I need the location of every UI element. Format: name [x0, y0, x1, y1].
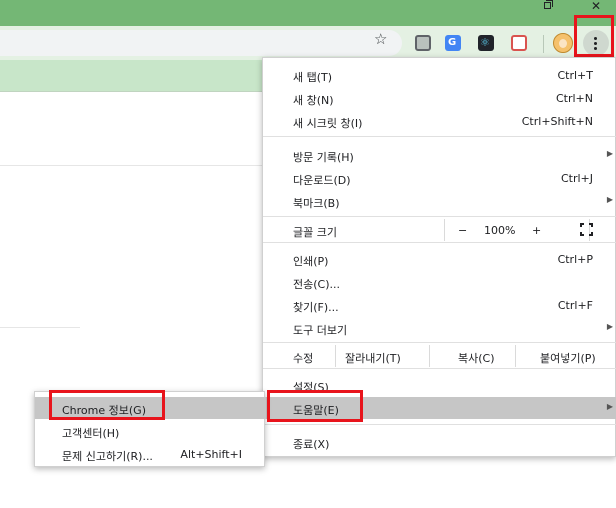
- react-devtools-icon[interactable]: ⚛: [478, 35, 494, 51]
- menu-zoom-row: 글꼴 크기 − 100% +: [263, 219, 616, 241]
- menu-edit-row: 수정 잘라내기(T) 복사(C) 붙여넣기(P): [263, 345, 616, 367]
- menu-separator: [263, 136, 616, 137]
- menu-item-bookmarks[interactable]: 북마크(B) ▶: [263, 190, 616, 212]
- menu-item-print[interactable]: 인쇄(P) Ctrl+P: [263, 248, 616, 270]
- chevron-right-icon: ▶: [606, 322, 613, 331]
- title-bar: [0, 0, 616, 26]
- menu-separator: [263, 242, 616, 243]
- menu-item-new-tab[interactable]: 새 탭(T) Ctrl+T: [263, 64, 616, 86]
- fullscreen-icon[interactable]: [580, 223, 593, 236]
- menu-separator: [263, 424, 616, 425]
- ext-icon[interactable]: [415, 35, 431, 51]
- help-highlight-box: [267, 390, 363, 422]
- menu-item-incognito[interactable]: 새 시크릿 창(I) Ctrl+Shift+N: [263, 110, 616, 132]
- content-divider: [0, 165, 262, 166]
- close-icon[interactable]: ✕: [579, 0, 613, 14]
- content-divider: [0, 327, 80, 328]
- chevron-right-icon: ▶: [606, 149, 613, 158]
- submenu-item-report-issue[interactable]: 문제 신고하기(R)... Alt+Shift+I: [35, 443, 266, 465]
- address-bar[interactable]: [0, 30, 402, 56]
- zoom-in-button[interactable]: +: [532, 224, 541, 237]
- menu-separator: [263, 342, 616, 343]
- menu-item-more-tools[interactable]: 도구 더보기 ▶: [263, 317, 616, 339]
- about-chrome-highlight-box: [49, 390, 165, 420]
- profile-avatar[interactable]: [553, 33, 573, 53]
- menu-item-downloads[interactable]: 다운로드(D) Ctrl+J: [263, 167, 616, 189]
- restore-icon[interactable]: [530, 0, 564, 14]
- paste-button[interactable]: 붙여넣기(P): [515, 345, 616, 367]
- zoom-out-button[interactable]: −: [458, 224, 467, 237]
- translate-icon[interactable]: G: [445, 35, 461, 51]
- menu-item-new-window[interactable]: 새 창(N) Ctrl+N: [263, 87, 616, 109]
- submenu-item-help-center[interactable]: 고객센터(H): [35, 420, 266, 442]
- chevron-right-icon: ▶: [606, 402, 613, 411]
- bookmark-star-icon[interactable]: ☆: [374, 30, 387, 48]
- chevron-right-icon: ▶: [606, 195, 613, 204]
- menu-separator: [263, 216, 616, 217]
- menu-item-find[interactable]: 찾기(F)... Ctrl+F: [263, 294, 616, 316]
- menu-separator: [263, 368, 616, 369]
- kebab-highlight-box: [574, 15, 614, 57]
- menu-item-exit[interactable]: 종료(X): [263, 431, 616, 453]
- cut-button[interactable]: 잘라내기(T): [335, 345, 429, 367]
- copy-button[interactable]: 복사(C): [429, 345, 515, 367]
- zoom-level: 100%: [484, 224, 516, 237]
- browser-toolbar: ☆ G ⚛: [0, 26, 616, 60]
- toolbar-separator: [543, 35, 544, 53]
- menu-item-cast[interactable]: 전송(C)...: [263, 271, 616, 293]
- extension-icon[interactable]: [511, 35, 527, 51]
- menu-item-history[interactable]: 방문 기록(H) ▶: [263, 144, 616, 166]
